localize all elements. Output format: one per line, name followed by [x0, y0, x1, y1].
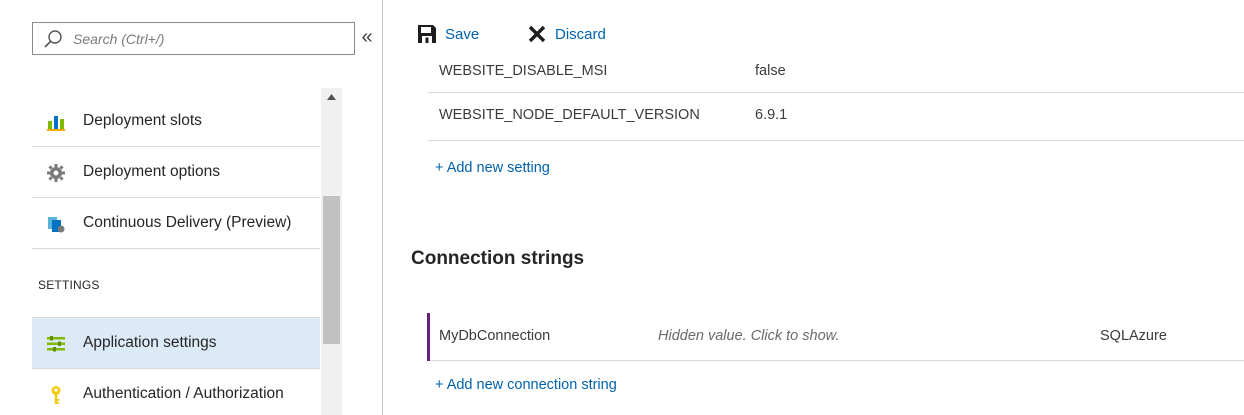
menu-item-label: Continuous Delivery (Preview) — [83, 214, 292, 231]
menu-list: Deployment slots Deployment options Cont… — [32, 96, 320, 415]
row-accent-bar — [427, 313, 430, 361]
search-input[interactable] — [73, 23, 351, 54]
menu-item-deployment-slots[interactable]: Deployment slots — [32, 96, 320, 147]
settings-section-header: SETTINGS — [32, 249, 320, 318]
section-label: SETTINGS — [38, 278, 100, 292]
setting-value: 6.9.1 — [755, 107, 788, 123]
application-settings-blade: Save Discard WEBSITE_DISABLE_MSI false W… — [384, 0, 1244, 415]
menu-item-label: Deployment options — [83, 163, 220, 180]
menu-item-application-settings[interactable]: Application settings — [32, 318, 320, 369]
discard-button[interactable]: Discard — [527, 24, 627, 44]
add-new-setting-link[interactable]: + Add new setting — [435, 160, 550, 176]
close-icon — [528, 25, 546, 43]
table-row[interactable]: WEBSITE_DISABLE_MSI false — [428, 58, 1244, 93]
gear-icon — [47, 164, 65, 182]
scrollbar-thumb[interactable] — [323, 196, 340, 344]
search-icon — [44, 30, 62, 48]
menu-item-deployment-options[interactable]: Deployment options — [32, 147, 320, 198]
connection-string-type: SQLAzure — [1100, 328, 1167, 344]
connection-string-row[interactable]: MyDbConnection Hidden value. Click to sh… — [427, 313, 1244, 361]
deployment-slots-icon — [47, 116, 65, 131]
table-row[interactable]: WEBSITE_NODE_DEFAULT_VERSION 6.9.1 — [428, 93, 1244, 141]
menu-scrollbar[interactable] — [321, 88, 342, 415]
connection-string-name: MyDbConnection — [439, 328, 551, 344]
hidden-value-link[interactable]: Hidden value. Click to show. — [658, 328, 839, 344]
menu-item-continuous-delivery[interactable]: Continuous Delivery (Preview) — [32, 198, 320, 249]
setting-key: WEBSITE_DISABLE_MSI — [439, 63, 608, 79]
menu-item-authentication[interactable]: Authentication / Authorization — [32, 369, 320, 415]
search-box[interactable] — [32, 22, 355, 55]
menu-item-label: Authentication / Authorization — [83, 385, 284, 402]
save-icon — [418, 25, 436, 43]
app-settings-table: WEBSITE_DISABLE_MSI false WEBSITE_NODE_D… — [428, 58, 1244, 141]
setting-value: false — [755, 63, 786, 79]
menu-item-label: Application settings — [83, 334, 217, 351]
add-new-connection-string-link[interactable]: + Add new connection string — [435, 377, 617, 393]
menu-item-label: Deployment slots — [83, 112, 202, 129]
setting-key: WEBSITE_NODE_DEFAULT_VERSION — [439, 107, 700, 123]
resource-menu: « Deployment slots — [0, 0, 383, 415]
collapse-menu-button[interactable]: « — [356, 25, 378, 51]
save-label: Save — [445, 25, 480, 43]
app-settings-icon — [47, 336, 65, 352]
key-icon — [51, 386, 61, 404]
scroll-up-arrow-icon[interactable] — [321, 88, 342, 106]
save-button[interactable]: Save — [417, 24, 497, 44]
connection-strings-title: Connection strings — [411, 248, 585, 269]
discard-label: Discard — [555, 25, 606, 43]
continuous-delivery-icon — [48, 217, 65, 233]
